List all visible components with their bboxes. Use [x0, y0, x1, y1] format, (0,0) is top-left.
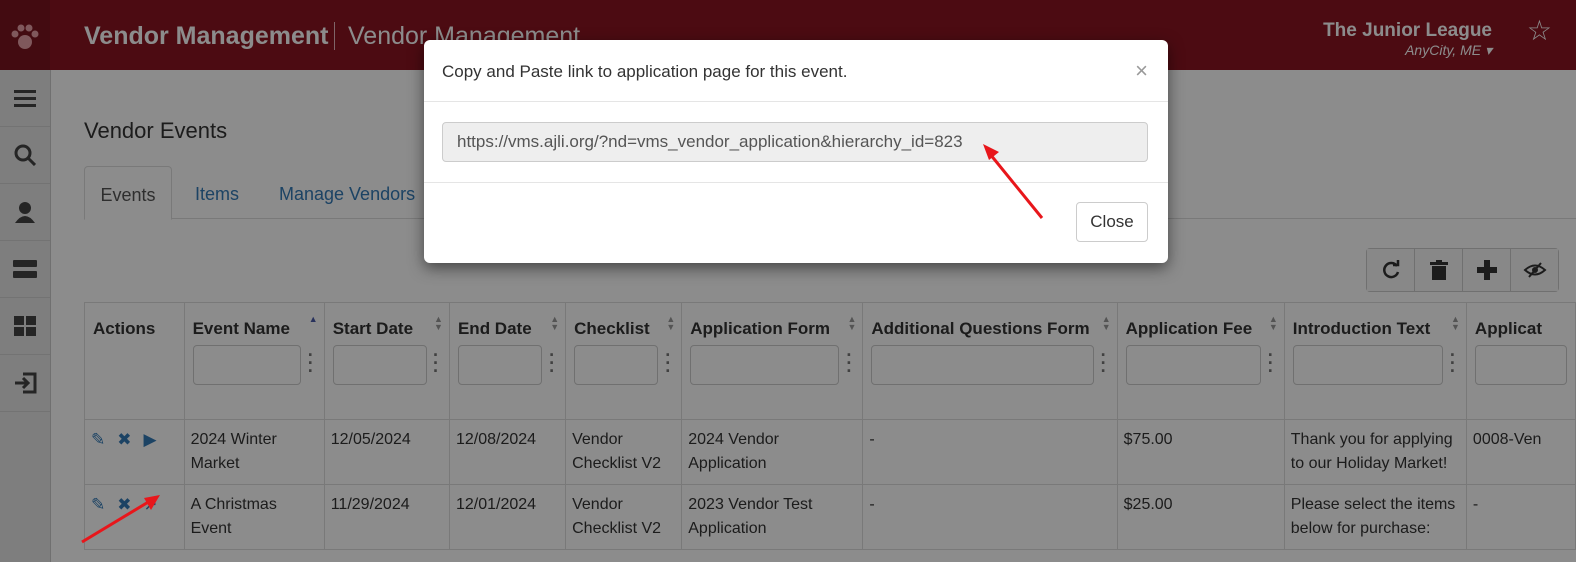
application-link-field[interactable]: [442, 122, 1148, 162]
modal-body: [424, 102, 1168, 183]
modal-header: Copy and Paste link to application page …: [424, 40, 1168, 102]
share-link-modal: Copy and Paste link to application page …: [424, 40, 1168, 263]
close-icon[interactable]: ×: [1135, 58, 1148, 84]
modal-title: Copy and Paste link to application page …: [442, 62, 848, 81]
close-button[interactable]: Close: [1076, 202, 1148, 242]
